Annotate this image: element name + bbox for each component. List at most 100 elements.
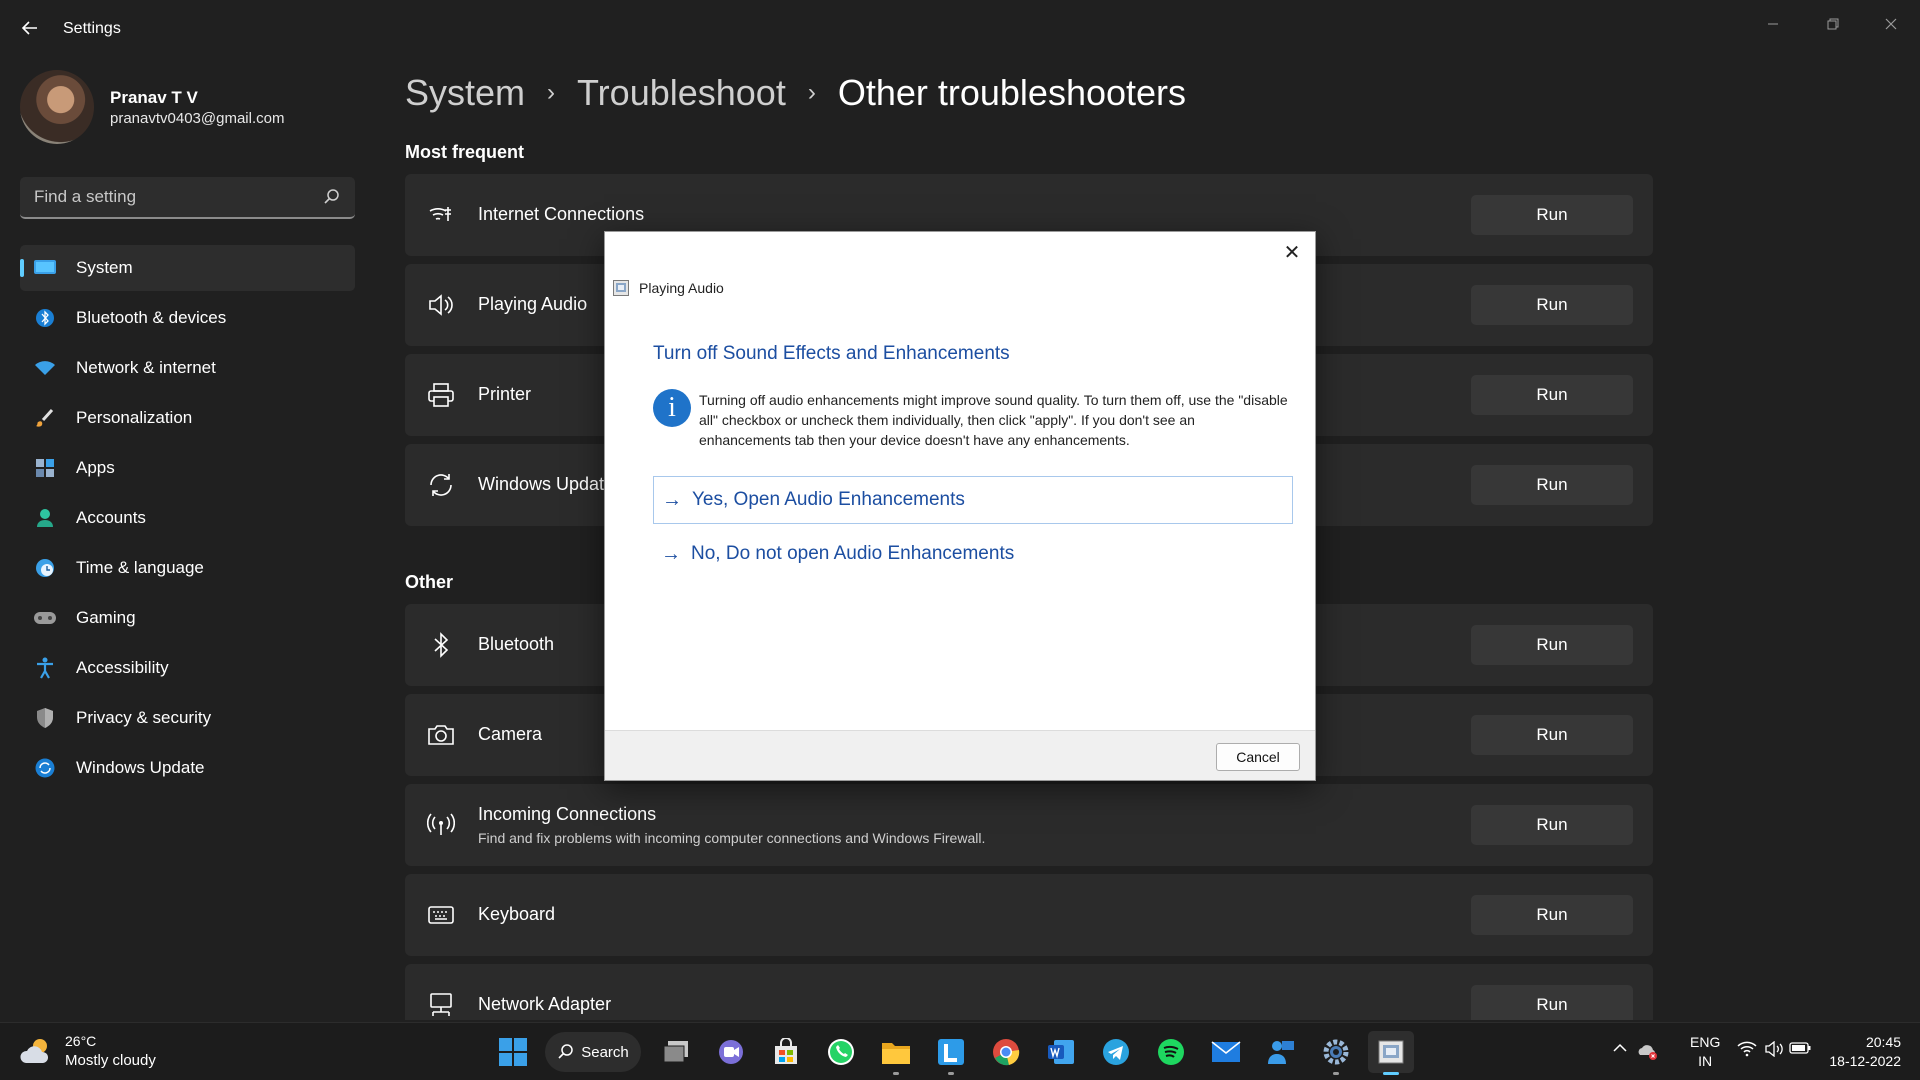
sidebar-item-privacy[interactable]: Privacy & security [20, 695, 355, 741]
profile-name: Pranav T V [110, 88, 198, 107]
wifi-icon [34, 357, 56, 379]
sidebar-item-gaming[interactable]: Gaming [20, 595, 355, 641]
sidebar-item-apps[interactable]: Apps [20, 445, 355, 491]
breadcrumb: System › Troubleshoot › Other troublesho… [405, 72, 1186, 114]
sidebar-item-windows-update[interactable]: Windows Update [20, 745, 355, 791]
settings-search-box[interactable] [20, 177, 355, 219]
sidebar-item-network[interactable]: Network & internet [20, 345, 355, 391]
apps-icon [34, 457, 56, 479]
troubleshooter-icon[interactable] [1368, 1031, 1414, 1075]
chevron-right-icon: › [547, 79, 556, 106]
onedrive-error-icon[interactable] [1637, 1041, 1659, 1061]
sidebar-item-accessibility[interactable]: Accessibility [20, 645, 355, 691]
back-arrow-icon[interactable] [18, 18, 42, 42]
shield-icon [34, 707, 56, 729]
telegram-icon[interactable] [1093, 1031, 1139, 1073]
sidebar-item-label: Privacy & security [76, 708, 212, 727]
globe-clock-icon [34, 557, 56, 579]
run-button[interactable]: Run [1471, 465, 1633, 505]
troubleshooter-title: Camera [478, 724, 543, 744]
chevron-right-icon: › [807, 79, 816, 106]
taskbar-search-button[interactable]: Search [545, 1032, 641, 1072]
word-icon[interactable] [1038, 1031, 1084, 1073]
brush-icon [34, 407, 56, 429]
taskbar-apps: Search [490, 1029, 1423, 1075]
taskbar: 26°C Mostly cloudy Search ENG IN 20:45 1… [0, 1022, 1920, 1080]
cloudy-weather-icon [20, 1039, 49, 1063]
sidebar-item-time-language[interactable]: Time & language [20, 545, 355, 591]
update-icon [34, 757, 56, 779]
sidebar-item-bluetooth[interactable]: Bluetooth & devices [20, 295, 355, 341]
spotify-icon[interactable] [1148, 1031, 1194, 1073]
option-label: Yes, Open Audio Enhancements [692, 489, 965, 510]
weather-temperature: 26°C [65, 1033, 97, 1049]
arrow-right-icon: → [662, 488, 682, 511]
troubleshooter-title: Keyboard [478, 904, 556, 924]
whatsapp-icon[interactable] [818, 1031, 864, 1073]
l-app-icon[interactable] [928, 1031, 974, 1075]
chevron-up-icon[interactable] [1609, 1041, 1631, 1061]
teams-icon[interactable] [1258, 1031, 1304, 1073]
section-title-most-frequent: Most frequent [405, 142, 524, 162]
sync-icon [430, 474, 452, 496]
troubleshooter-title: Playing Audio [478, 294, 588, 314]
clock-date: 18-12-2022 [1829, 1053, 1901, 1069]
sidebar-item-personalization[interactable]: Personalization [20, 395, 355, 441]
run-button[interactable]: Run [1471, 805, 1633, 845]
clock[interactable]: 20:45 18-12-2022 [1823, 1033, 1901, 1071]
breadcrumb-system[interactable]: System [405, 72, 525, 114]
search-input[interactable] [34, 187, 314, 207]
search-icon[interactable] [323, 188, 341, 206]
sidebar-item-label: Accounts [76, 508, 146, 527]
minimize-icon[interactable] [1750, 10, 1796, 40]
camera-icon [428, 725, 454, 745]
gamepad-icon [34, 607, 56, 629]
run-button[interactable]: Run [1471, 715, 1633, 755]
cancel-button[interactable]: Cancel [1216, 743, 1300, 771]
printer-icon [428, 383, 454, 407]
run-button[interactable]: Run [1471, 195, 1633, 235]
troubleshooter-title: Internet Connections [478, 204, 645, 224]
troubleshooter-card: Incoming Connections Find and fix proble… [405, 784, 1653, 866]
playing-audio-dialog: ✕ Playing Audio Turn off Sound Effects a… [604, 231, 1316, 781]
volume-icon[interactable] [1763, 1040, 1785, 1061]
weather-description: Mostly cloudy [65, 1052, 156, 1069]
run-button[interactable]: Run [1471, 625, 1633, 665]
restore-icon[interactable] [1810, 10, 1856, 40]
run-button[interactable]: Run [1471, 285, 1633, 325]
run-button[interactable]: Run [1471, 985, 1633, 1020]
task-view-icon[interactable] [653, 1031, 699, 1073]
troubleshooter-title: Printer [478, 384, 532, 404]
no-do-not-open-option[interactable]: → No, Do not open Audio Enhancements [653, 530, 1293, 578]
file-explorer-icon[interactable] [873, 1031, 919, 1075]
dialog-app-title: Playing Audio [639, 280, 724, 296]
chat-icon[interactable] [708, 1031, 754, 1073]
region-code: IN [1698, 1053, 1713, 1069]
language-indicator[interactable]: ENG IN [1690, 1033, 1720, 1071]
search-icon [558, 1044, 573, 1059]
accessibility-icon [34, 657, 56, 679]
start-icon[interactable] [490, 1031, 536, 1073]
clock-time: 20:45 [1865, 1034, 1901, 1050]
troubleshooter-title: Bluetooth [478, 634, 555, 654]
dialog-heading: Turn off Sound Effects and Enhancements [653, 343, 1010, 364]
run-button[interactable]: Run [1471, 375, 1633, 415]
sidebar-item-system[interactable]: System [20, 245, 355, 291]
monitor-icon [34, 257, 56, 279]
wifi-icon[interactable] [1736, 1041, 1758, 1061]
settings-icon[interactable] [1313, 1031, 1359, 1075]
run-button[interactable]: Run [1471, 895, 1633, 935]
sidebar-item-label: Network & internet [76, 358, 216, 377]
info-icon: i [653, 389, 691, 427]
troubleshooter-title: Network Adapter [478, 994, 612, 1014]
mail-icon[interactable] [1203, 1031, 1249, 1073]
sidebar-item-accounts[interactable]: Accounts [20, 495, 355, 541]
battery-icon[interactable] [1789, 1041, 1811, 1061]
close-icon[interactable] [1868, 10, 1914, 40]
chrome-icon[interactable] [983, 1031, 1029, 1073]
breadcrumb-troubleshoot[interactable]: Troubleshoot [577, 72, 786, 114]
store-icon[interactable] [763, 1031, 809, 1073]
yes-open-enhancements-option[interactable]: → Yes, Open Audio Enhancements [653, 476, 1293, 524]
sidebar-item-label: Bluetooth & devices [76, 308, 227, 327]
dialog-close-icon[interactable]: ✕ [1279, 240, 1305, 266]
